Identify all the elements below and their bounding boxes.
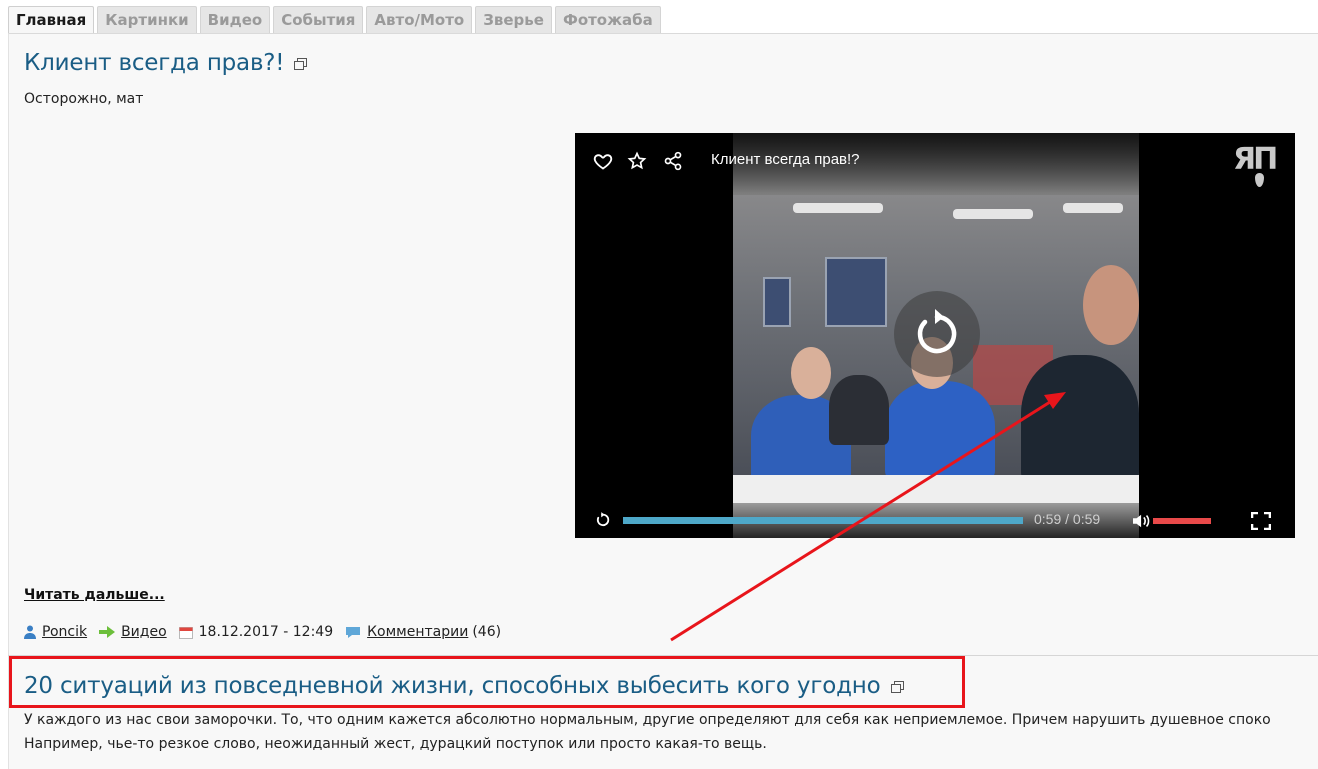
time-separator: /: [1065, 511, 1070, 527]
category-tabs: Главная Картинки Видео События Авто/Мото…: [8, 6, 661, 33]
tab-photoshop[interactable]: Фотожаба: [554, 6, 661, 33]
volume-icon[interactable]: [1131, 512, 1153, 530]
replay-icon: [917, 309, 957, 354]
fullscreen-icon[interactable]: [1251, 512, 1271, 530]
category-link[interactable]: Видео: [121, 624, 167, 640]
author-link[interactable]: Poncik: [42, 624, 87, 640]
tab-video[interactable]: Видео: [199, 6, 271, 33]
arrow-right-icon: [99, 626, 116, 638]
comments-link[interactable]: Комментарии: [367, 624, 468, 640]
video-player[interactable]: Клиент всегда прав!? ЯП 0:59 / 0:59: [575, 133, 1295, 538]
post-title[interactable]: Клиент всегда прав?!: [24, 50, 308, 76]
video-controls: 0:59 / 0:59: [575, 503, 1295, 538]
share-icon[interactable]: [663, 151, 683, 171]
tab-auto-moto[interactable]: Авто/Мото: [366, 6, 473, 33]
video-progress-bar[interactable]: [623, 517, 1023, 524]
post-subtitle: Осторожно, мат: [24, 91, 144, 107]
open-new-window-icon[interactable]: [294, 57, 308, 70]
post-datetime: 18.12.2017 - 12:49: [198, 624, 334, 640]
comments-count: (46): [472, 624, 502, 640]
replay-button[interactable]: [894, 291, 980, 377]
video-time: 0:59 / 0:59: [1034, 511, 1100, 527]
post-meta: Poncik Видео 18.12.2017 - 12:49 Коммента…: [24, 624, 501, 640]
star-icon[interactable]: [627, 151, 647, 171]
comment-icon: [346, 626, 361, 638]
replay-small-icon[interactable]: [593, 511, 611, 529]
user-icon: [24, 625, 36, 639]
annotation-highlight-box: [9, 656, 965, 708]
post-2-excerpt-line-2: Например, чье-то резкое слово, неожиданн…: [24, 736, 767, 752]
post-2-excerpt-line-1: У каждого из нас свои заморочки. То, что…: [24, 712, 1271, 728]
post-title-text[interactable]: Клиент всегда прав?!: [24, 50, 285, 76]
tab-pictures[interactable]: Картинки: [97, 6, 197, 33]
tab-events[interactable]: События: [273, 6, 364, 33]
time-current: 0:59: [1034, 511, 1062, 527]
calendar-icon: [178, 626, 193, 639]
volume-slider[interactable]: [1153, 518, 1211, 524]
logo-text: ЯП: [1233, 142, 1278, 177]
yaplakal-logo: ЯП: [1233, 143, 1287, 187]
heart-icon[interactable]: [593, 151, 613, 171]
video-title: Клиент всегда прав!?: [711, 151, 860, 168]
time-total: 0:59: [1072, 511, 1101, 527]
tab-home[interactable]: Главная: [8, 6, 95, 33]
tab-animals[interactable]: Зверье: [475, 6, 552, 33]
read-more-link[interactable]: Читать дальше...: [24, 587, 165, 603]
